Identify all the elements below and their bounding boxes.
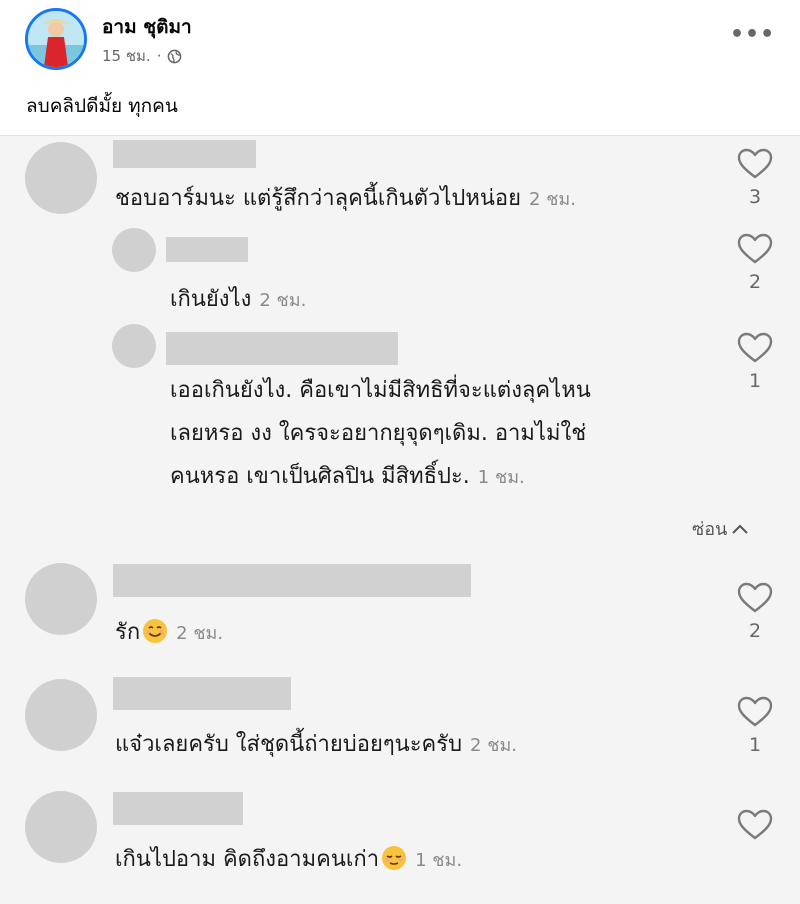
comment-time: 1 ชม. (477, 467, 525, 488)
comment-time: 1 ชม. (415, 850, 463, 871)
commenter-avatar (112, 228, 156, 272)
comment-text: เกินไปอาม คิดถึงอามคนเก่า 1 ชม. (115, 845, 463, 872)
more-options-button[interactable]: ••• (730, 22, 775, 47)
comment-time: 2 ชม. (176, 623, 224, 644)
hide-replies-button[interactable]: ซ่อน (692, 514, 749, 543)
like-button[interactable] (735, 809, 775, 841)
post-meta: 15 ชม. · (102, 44, 182, 68)
blurred-username (166, 237, 248, 262)
blurred-username (113, 792, 243, 825)
like-button[interactable]: 3 (735, 148, 775, 208)
like-count: 1 (748, 734, 762, 756)
author-avatar[interactable] (25, 8, 87, 70)
comment-text: เออเกินยังไง. คือเขาไม่มีสิทธิที่จะแต่งล… (170, 378, 591, 489)
comment-time: 2 ชม. (470, 735, 518, 756)
like-button[interactable]: 1 (735, 696, 775, 756)
commenter-avatar (112, 324, 156, 368)
commenter-avatar (25, 142, 97, 214)
smile-emoji-icon (142, 618, 168, 644)
commenter-avatar (25, 563, 97, 635)
heart-icon (737, 332, 773, 363)
post-caption: ลบคลิปดีมั้ย ทุกคน (26, 95, 178, 117)
like-count: 1 (748, 370, 762, 392)
post-time[interactable]: 15 ชม. (102, 44, 151, 68)
like-count: 3 (748, 186, 762, 208)
heart-icon (737, 696, 773, 727)
like-button[interactable]: 2 (735, 582, 775, 642)
blurred-username (166, 332, 398, 365)
globe-icon (167, 49, 182, 64)
heart-icon (737, 148, 773, 179)
relieved-emoji-icon (381, 845, 407, 871)
comment-time: 2 ชม. (529, 189, 576, 210)
heart-icon (737, 233, 773, 264)
heart-icon (737, 582, 773, 613)
author-name[interactable]: อาม ชุติมา (102, 12, 192, 42)
chevron-up-icon (732, 524, 749, 534)
comment-text: ชอบอาร์มนะ แต่รู้สึกว่าลุคนี้เกินตัวไปหน… (115, 186, 576, 211)
comment-time: 2 ชม. (259, 290, 307, 311)
comment-text: เกินยังไง 2 ชม. (170, 287, 307, 312)
comments-screenshot: ชอบอาร์มนะ แต่รู้สึกว่าลุคนี้เกินตัวไปหน… (0, 135, 800, 904)
comment-text: แจ๋วเลยครับ ใส่ชุดนี้ถ่ายบ่อยๆนะครับ 2 ชม… (115, 732, 518, 757)
heart-icon (737, 809, 773, 840)
commenter-avatar (25, 791, 97, 863)
like-count: 2 (748, 620, 762, 642)
comment-text: รัก 2 ชม. (115, 618, 224, 645)
hide-replies-label: ซ่อน (692, 519, 728, 540)
blurred-username (113, 140, 256, 168)
blurred-username (113, 564, 471, 597)
post-header: อาม ชุติมา 15 ชม. · ••• ลบคลิปดีมั้ย ทุก… (0, 0, 800, 135)
like-count: 2 (748, 271, 762, 293)
blurred-username (113, 677, 291, 710)
like-button[interactable]: 1 (735, 332, 775, 392)
meta-dot: · (156, 47, 162, 65)
like-button[interactable]: 2 (735, 233, 775, 293)
commenter-avatar (25, 679, 97, 751)
